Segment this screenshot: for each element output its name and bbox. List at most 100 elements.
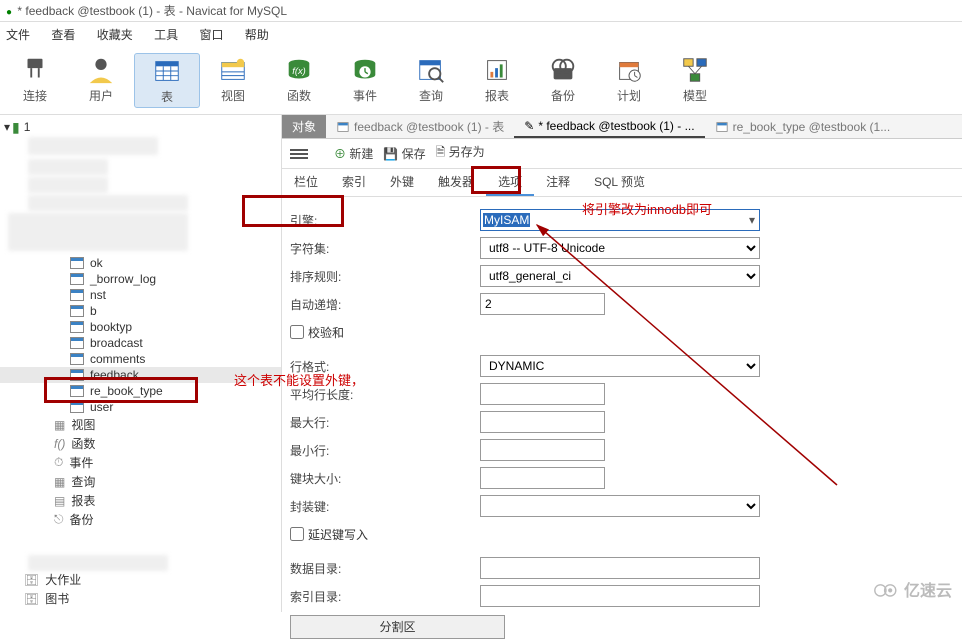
charset-select[interactable]: utf8 -- UTF-8 Unicode <box>480 237 760 259</box>
pencil-icon: ✎ <box>524 119 534 133</box>
backup-icon: ⎋ <box>54 512 64 527</box>
table-icon <box>70 305 84 317</box>
table-icon <box>70 273 84 285</box>
tree-table-item[interactable]: _borrow_log <box>0 271 281 287</box>
database-icon: 🗄 <box>24 592 39 606</box>
tree-table-item[interactable]: b <box>0 303 281 319</box>
autoinc-label: 自动递增: <box>290 296 480 313</box>
collapse-icon[interactable]: ▾ <box>4 120 10 134</box>
tool-function[interactable]: f(x) 函数 <box>266 53 332 108</box>
avgrowlen-input[interactable] <box>480 383 605 405</box>
modified-indicator-icon: ● <box>6 7 12 18</box>
designer-tabs: 栏位 索引 外键 触发器 选项 注释 SQL 预览 <box>282 169 962 197</box>
new-button[interactable]: ⊕ 新建 <box>334 145 373 162</box>
tree-section-event[interactable]: ⏱事件 <box>0 453 281 472</box>
collation-select[interactable]: utf8_general_ci <box>480 265 760 287</box>
tool-query[interactable]: 查询 <box>398 53 464 108</box>
minrows-label: 最小行: <box>290 442 480 459</box>
window-title: * feedback @testbook (1) - 表 - Navicat f… <box>17 4 287 18</box>
tool-schedule[interactable]: 计划 <box>596 53 662 108</box>
avgrowlen-label: 平均行长度: <box>290 386 480 403</box>
table-icon <box>70 353 84 365</box>
tree-table-item[interactable]: ok <box>0 255 281 271</box>
datadir-label: 数据目录: <box>290 560 480 577</box>
rowformat-select[interactable]: DYNAMIC <box>480 355 760 377</box>
tab-objects[interactable]: 对象 <box>282 115 326 138</box>
tool-event[interactable]: 事件 <box>332 53 398 108</box>
tree-table-item[interactable]: booktyp <box>0 319 281 335</box>
annotation-box-options-tab <box>471 166 521 194</box>
tree-table-item[interactable]: nst <box>0 287 281 303</box>
tab-table-3[interactable]: re_book_type @testbook (1... <box>705 117 901 137</box>
maxrows-input[interactable] <box>480 411 605 433</box>
table-icon <box>716 122 727 132</box>
menu-file[interactable]: 文件 <box>6 28 30 42</box>
menubar: 文件 查看 收藏夹 工具 窗口 帮助 <box>0 22 962 47</box>
collation-label: 排序规则: <box>290 268 480 285</box>
tab-table-1[interactable]: feedback @testbook (1) - 表 <box>326 115 514 138</box>
engine-select[interactable]: MyISAM ▾ <box>480 209 760 231</box>
charset-label: 字符集: <box>290 240 480 257</box>
keyblock-input[interactable] <box>480 467 605 489</box>
tree-section-backup[interactable]: ⎋备份 <box>0 510 281 529</box>
checksum-checkbox[interactable] <box>290 325 304 339</box>
tool-report[interactable]: 报表 <box>464 53 530 108</box>
rowformat-label: 行格式: <box>290 358 480 375</box>
tool-user[interactable]: 用户 <box>68 53 134 108</box>
minrows-input[interactable] <box>480 439 605 461</box>
tree-section-query[interactable]: ▦查询 <box>0 472 281 491</box>
menu-window[interactable]: 窗口 <box>199 28 223 42</box>
window-titlebar: ● * feedback @testbook (1) - 表 - Navicat… <box>0 0 962 22</box>
save-button[interactable]: 💾 保存 <box>383 145 425 162</box>
tree-table-item[interactable]: broadcast <box>0 335 281 351</box>
annotation-box-engine-label <box>242 195 344 227</box>
tree-section-func[interactable]: f()函数 <box>0 434 281 453</box>
datadir-input[interactable] <box>480 557 760 579</box>
watermark: 亿速云 <box>872 577 952 601</box>
designer-tab-indexes[interactable]: 索引 <box>330 169 378 196</box>
tree-db-item[interactable]: 🗄大作业 <box>0 570 281 589</box>
hamburger-icon[interactable] <box>290 147 308 161</box>
tree-db-item[interactable]: 🗄图书 <box>0 589 281 608</box>
table-icon <box>70 337 84 349</box>
tree-section-report[interactable]: ▤报表 <box>0 491 281 510</box>
packkeys-label: 封装键: <box>290 498 480 515</box>
designer-tab-comment[interactable]: 注释 <box>534 169 582 196</box>
tree-connection-label[interactable]: 1 <box>24 120 31 134</box>
delaywrite-checkbox[interactable] <box>290 527 304 541</box>
report-icon: ▤ <box>54 494 65 508</box>
designer-tab-sqlpreview[interactable]: SQL 预览 <box>582 169 657 196</box>
database-icon: 🗄 <box>24 573 39 587</box>
tab-table-2-active[interactable]: ✎* feedback @testbook (1) - ... <box>514 116 704 138</box>
checksum-label: 校验和 <box>308 324 344 341</box>
tree-section-view[interactable]: ▦视图 <box>0 415 281 434</box>
database-icon: ▮ <box>12 120 20 134</box>
menu-help[interactable]: 帮助 <box>245 28 269 42</box>
table-icon <box>70 321 84 333</box>
content-area: 对象 feedback @testbook (1) - 表 ✎* feedbac… <box>282 115 962 612</box>
options-form: 引擎: MyISAM ▾ 字符集: utf8 -- UTF-8 Unicode … <box>282 197 962 639</box>
tool-model[interactable]: 模型 <box>662 53 728 108</box>
delaywrite-label: 延迟键写入 <box>308 526 368 543</box>
menu-tools[interactable]: 工具 <box>154 28 178 42</box>
table-icon <box>70 257 84 269</box>
table-icon <box>70 289 84 301</box>
saveas-button[interactable]: 🗎 另存为 <box>436 143 485 164</box>
menu-view[interactable]: 查看 <box>51 28 75 42</box>
tool-view[interactable]: 视图 <box>200 53 266 108</box>
event-icon: ⏱ <box>54 455 63 470</box>
object-tree[interactable]: ▾ ▮ 1 ok _borrow_log nst b booktyp broad… <box>0 115 282 612</box>
maxrows-label: 最大行: <box>290 414 480 431</box>
designer-toolbar: ⊕ 新建 💾 保存 🗎 另存为 <box>282 139 962 169</box>
tool-backup[interactable]: 备份 <box>530 53 596 108</box>
tool-table[interactable]: 表 <box>134 53 200 108</box>
designer-tab-fields[interactable]: 栏位 <box>282 169 330 196</box>
partition-button[interactable]: 分割区 <box>290 615 505 639</box>
tool-connect[interactable]: 连接 <box>2 53 68 108</box>
tree-table-item[interactable]: comments <box>0 351 281 367</box>
indexdir-input[interactable] <box>480 585 760 607</box>
packkeys-select[interactable] <box>480 495 760 517</box>
designer-tab-fk[interactable]: 外键 <box>378 169 426 196</box>
menu-favorites[interactable]: 收藏夹 <box>97 28 133 42</box>
autoinc-input[interactable] <box>480 293 605 315</box>
